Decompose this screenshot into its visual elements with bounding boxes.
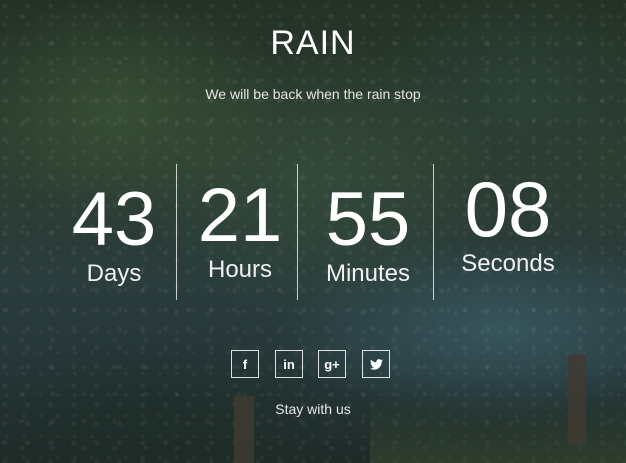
countdown-minutes: 55 Minutes bbox=[318, 182, 418, 318]
google-plus-button[interactable]: g+ bbox=[318, 350, 346, 378]
page-subtitle: We will be back when the rain stop bbox=[205, 86, 421, 102]
linkedin-button[interactable]: in bbox=[275, 350, 303, 378]
countdown-timer: 43 Days 21 Hours 55 Minutes 08 Seconds bbox=[0, 164, 626, 300]
countdown-hours: 21 Hours bbox=[196, 178, 284, 314]
coming-soon-content: RAIN We will be back when the rain stop … bbox=[0, 0, 626, 463]
hours-value: 21 bbox=[197, 173, 283, 258]
facebook-icon: f bbox=[242, 356, 248, 372]
countdown-divider bbox=[433, 164, 434, 300]
hours-label: Hours bbox=[207, 256, 273, 283]
seconds-value: 08 bbox=[464, 165, 552, 253]
minutes-value: 55 bbox=[325, 177, 411, 262]
page-title: RAIN bbox=[270, 24, 356, 62]
twitter-icon bbox=[369, 358, 383, 370]
twitter-button[interactable] bbox=[362, 350, 390, 378]
linkedin-icon: in bbox=[283, 356, 295, 372]
social-links: f in g+ bbox=[231, 350, 393, 380]
days-value: 43 bbox=[71, 177, 157, 262]
seconds-label: Seconds bbox=[461, 250, 555, 277]
countdown-divider bbox=[297, 164, 298, 300]
countdown-divider bbox=[176, 164, 177, 300]
facebook-button[interactable]: f bbox=[231, 350, 259, 378]
countdown-seconds: 08 Seconds bbox=[452, 170, 564, 306]
days-label: Days bbox=[86, 260, 142, 287]
footer-tagline: Stay with us bbox=[275, 401, 351, 417]
minutes-label: Minutes bbox=[325, 260, 411, 287]
countdown-days: 43 Days bbox=[64, 182, 164, 318]
google-plus-icon: g+ bbox=[324, 356, 340, 372]
